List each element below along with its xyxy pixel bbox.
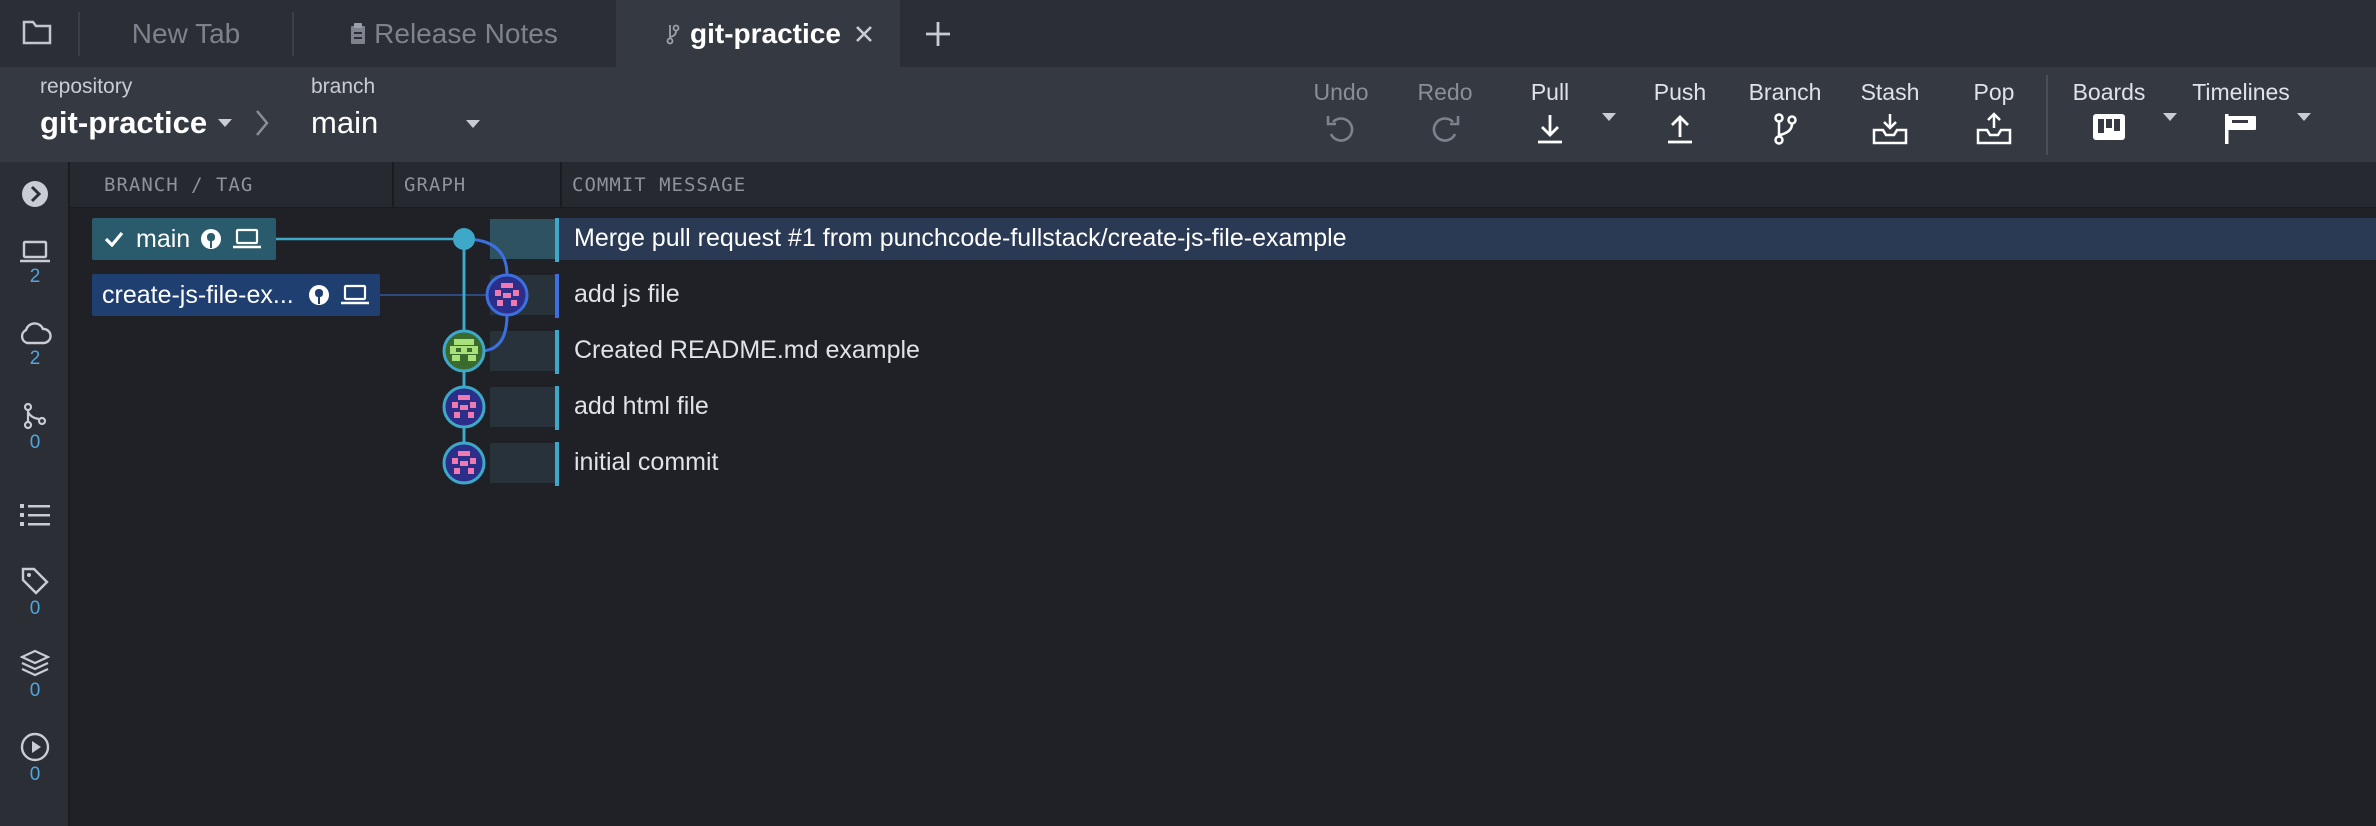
tag-icon: [21, 567, 49, 595]
pop-button[interactable]: Pop: [1952, 67, 2036, 162]
branch-icon: [666, 23, 680, 45]
ref-label: create-js-file-ex...: [102, 280, 294, 309]
branch-label: Branch: [1748, 79, 1822, 105]
commit-avatar-node: [485, 273, 529, 317]
list-icon: [20, 504, 50, 526]
pull-button[interactable]: Pull: [1510, 67, 1590, 162]
new-tab-plus-icon[interactable]: [924, 20, 952, 53]
pull-icon: [1538, 115, 1562, 144]
commit-row-message[interactable]: add html file: [574, 392, 709, 421]
redo-label: Redo: [1417, 79, 1473, 105]
commit-row-message[interactable]: Merge pull request #1 from punchcode-ful…: [574, 224, 1347, 253]
ref-main[interactable]: main: [92, 218, 276, 260]
tab-label: git-practice: [690, 17, 841, 49]
branch-icon: [1774, 113, 1797, 145]
stash-icon: [1872, 114, 1908, 145]
laptop-icon: [232, 228, 262, 250]
commit-graph: [275, 228, 529, 485]
rail-stashes[interactable]: 0: [0, 648, 70, 702]
stash-label: Stash: [1860, 79, 1920, 105]
pop-icon: [1976, 112, 2012, 145]
branch-button[interactable]: Branch: [1740, 67, 1830, 162]
rail-issues[interactable]: [0, 502, 70, 528]
rail-actions[interactable]: 0: [0, 732, 70, 786]
undo-label: Undo: [1313, 79, 1369, 105]
commit-row-message[interactable]: initial commit: [574, 448, 718, 477]
rail-tags[interactable]: 0: [0, 566, 70, 620]
ref-create-js-file-example[interactable]: create-js-file-ex...: [92, 274, 380, 316]
commit-row-message[interactable]: add js file: [574, 280, 680, 309]
actions-count: 0: [29, 764, 41, 785]
commit-avatar-node: [442, 329, 486, 373]
pull-label: Pull: [1530, 79, 1570, 105]
ref-label: main: [136, 224, 191, 253]
push-button[interactable]: Push: [1640, 67, 1720, 162]
timelines-label: Timelines: [2192, 79, 2290, 105]
push-label: Push: [1653, 79, 1707, 105]
timelines-button[interactable]: Timelines: [2186, 67, 2296, 162]
undo-button[interactable]: Undo: [1300, 67, 1382, 162]
play-circle-icon: [20, 732, 50, 762]
redo-icon: [1432, 116, 1460, 142]
toolbar-divider: [2046, 75, 2048, 155]
pull-options-chevron-icon[interactable]: [1601, 109, 1617, 127]
tags-count: 0: [29, 598, 41, 619]
boards-icon: [2093, 114, 2125, 140]
push-icon: [1668, 115, 1692, 144]
timelines-icon: [2225, 114, 2256, 144]
stash-button[interactable]: Stash: [1848, 67, 1932, 162]
undo-icon: [1326, 116, 1354, 142]
github-icon: [200, 228, 222, 250]
commit-avatar-node: [442, 385, 486, 429]
redo-button[interactable]: Redo: [1404, 67, 1486, 162]
boards-options-chevron-icon[interactable]: [2162, 109, 2178, 127]
github-icon: [308, 284, 330, 306]
timelines-options-chevron-icon[interactable]: [2296, 109, 2312, 127]
tab-git-practice[interactable]: git-practice: [616, 0, 900, 67]
commit-row-message[interactable]: Created README.md example: [574, 336, 920, 365]
close-tab-icon[interactable]: [855, 25, 873, 43]
layers-icon: [20, 649, 50, 677]
stashes-count: 0: [29, 680, 41, 701]
merge-commit-dot: [453, 228, 475, 250]
commit-avatar-node: [442, 441, 486, 485]
pop-label: Pop: [1973, 79, 2015, 105]
boards-button[interactable]: Boards: [2064, 67, 2154, 162]
check-icon: [104, 231, 124, 247]
boards-label: Boards: [2072, 79, 2146, 105]
laptop-icon: [340, 284, 370, 306]
